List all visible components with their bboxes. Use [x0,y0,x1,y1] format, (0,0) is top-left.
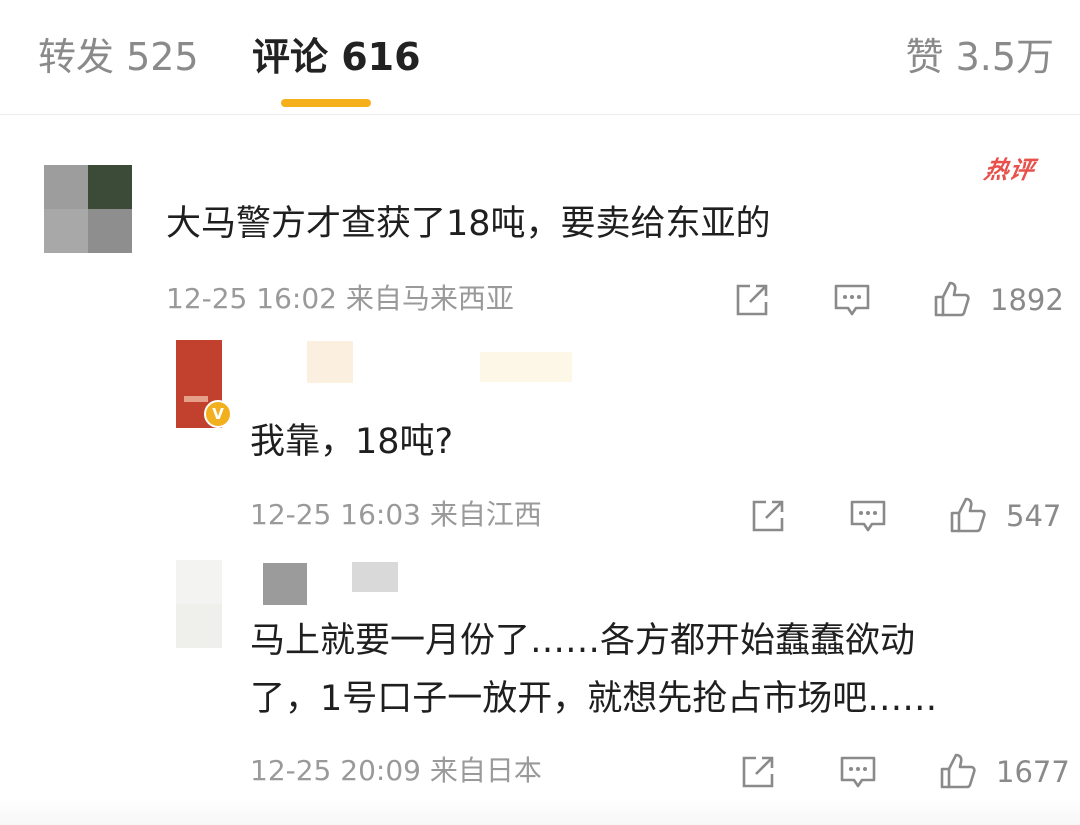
comment-icon[interactable] [848,496,888,536]
comment-tab-bar: 转发 525 评论 616 赞 3.5万 [0,0,1080,115]
tab-likes[interactable]: 赞 3.5万 [905,32,1054,82]
share-icon[interactable] [732,280,772,320]
username-redacted [263,563,307,605]
comment-icon[interactable] [832,280,872,320]
comment-meta: 12-25 20:09 来自日本 [250,754,542,787]
like-count: 1677 [996,755,1070,789]
tab-comments[interactable]: 评论 616 [252,32,421,82]
avatar[interactable] [44,165,132,253]
comment-text: 马上就要一月份了……各方都开始蠢蠢欲动 [250,621,916,661]
comment-icon[interactable] [838,752,878,792]
thumbs-up-icon[interactable] [938,751,978,791]
comment-text: 了，1号口子一放开，就想先抢占市场吧…… [250,679,938,719]
username-redacted [352,562,398,592]
username-redacted [307,341,353,383]
thumbs-up-icon[interactable] [932,279,972,319]
avatar[interactable] [176,560,222,648]
like-count: 547 [1006,499,1062,533]
comment-text: 大马警方才查获了18吨，要卖给东亚的 [166,204,771,244]
like-count: 1892 [990,283,1064,317]
tab-forward[interactable]: 转发 525 [38,32,199,82]
hot-comment-badge: 热评 [982,156,1038,184]
username-redacted [480,352,572,382]
comment-text: 我靠，18吨? [250,422,454,462]
comment-meta: 12-25 16:03 来自江西 [250,498,542,531]
share-icon[interactable] [738,752,778,792]
verified-badge-icon: V [204,400,232,428]
active-tab-indicator [281,99,371,107]
scroll-fade [0,798,1080,825]
share-icon[interactable] [748,496,788,536]
thumbs-up-icon[interactable] [948,495,988,535]
comment-meta: 12-25 16:02 来自马来西亚 [166,282,514,315]
